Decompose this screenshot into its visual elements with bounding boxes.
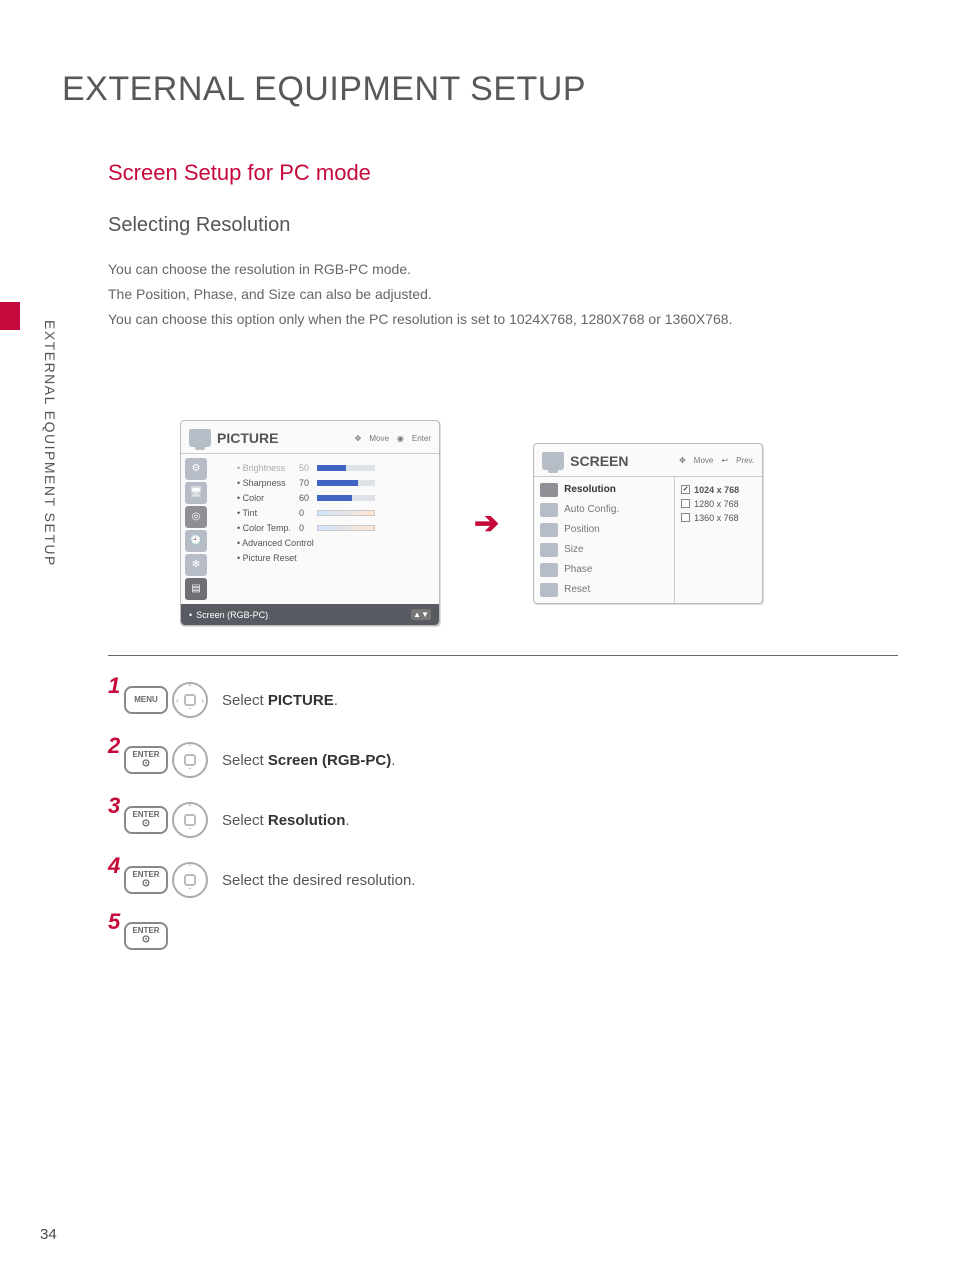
picture-item[interactable]: • Color60 [237, 490, 431, 505]
nav-enter-label: Enter [412, 434, 431, 443]
step-row: 5 ENTER⊙ [108, 922, 415, 950]
picture-item[interactable]: • Brightness50 [237, 460, 431, 475]
nav-move-label: Move [694, 456, 714, 465]
remote-key-button: ENTER⊙ [124, 922, 168, 950]
resolution-option[interactable]: 1360 x 768 [681, 511, 756, 525]
nav-dpad-icon: ˆˇ [172, 862, 208, 898]
subsection-title: Selecting Resolution [108, 214, 898, 237]
divider [108, 655, 898, 656]
side-label: EXTERNAL EQUIPMENT SETUP [42, 320, 58, 567]
osd-tab-icon[interactable]: ▤ [185, 578, 207, 600]
osd-tab-icon[interactable]: ◎ [185, 506, 207, 528]
picture-item[interactable]: • Sharpness70 [237, 475, 431, 490]
step-label: Select the desired resolution. [222, 872, 415, 889]
osd-tab-icon[interactable]: ✻ [185, 554, 207, 576]
nav-move-label: Move [369, 434, 389, 443]
remote-key-button: ENTER⊙ [124, 866, 168, 894]
page-title: EXTERNAL EQUIPMENT SETUP [62, 70, 586, 109]
picture-item[interactable]: • Tint0 [237, 505, 431, 520]
resolution-option[interactable]: ✓1024 x 768 [681, 483, 756, 497]
nav-prev-label: Prev. [736, 456, 754, 465]
screen-menu-item[interactable]: Position [540, 523, 668, 537]
step-row: 1 MENU ‹›ˆˇ Select PICTURE. [108, 682, 415, 718]
screen-menu-item[interactable]: Phase [540, 563, 668, 577]
step-number: 3 [108, 793, 114, 819]
nav-dpad-icon: ‹›ˆˇ [172, 682, 208, 718]
resolution-option[interactable]: 1280 x 768 [681, 497, 756, 511]
screen-osd: SCREEN ✥ Move ↩ Prev. Resolution Auto Con… [533, 443, 763, 604]
monitor-icon [189, 429, 211, 447]
step-label: Select Resolution. [222, 812, 350, 829]
step-number: 5 [108, 909, 114, 935]
page-number: 34 [40, 1226, 57, 1243]
picture-osd-title: PICTURE [217, 430, 278, 446]
nav-move-icon: ✥ [355, 434, 362, 443]
screen-menu-item[interactable]: Size [540, 543, 668, 557]
monitor-icon [542, 452, 564, 470]
picture-item[interactable]: • Picture Reset [237, 550, 431, 565]
step-number: 4 [108, 853, 114, 879]
side-tab [0, 302, 20, 330]
picture-osd: PICTURE ✥ Move ◉ Enter ⚙ 🖥 ◎ 🕘 ✻ ▤ • Bri [180, 420, 440, 626]
picture-item[interactable]: • Advanced Control [237, 535, 431, 550]
osd-bullet-icon: • [189, 610, 192, 620]
nav-dpad-icon: ˆˇ [172, 742, 208, 778]
body-line: You can choose this option only when the… [108, 307, 898, 332]
screen-osd-title: SCREEN [570, 453, 628, 469]
step-number: 2 [108, 733, 114, 759]
screen-menu-item[interactable]: Reset [540, 583, 668, 597]
nav-prev-icon: ↩ [721, 456, 728, 465]
step-number: 1 [108, 673, 114, 699]
osd-tab-icon[interactable]: 🖥 [185, 482, 207, 504]
step-label: Select Screen (RGB-PC). [222, 752, 395, 769]
step-row: 3 ENTER⊙ ˆˇ Select Resolution. [108, 802, 415, 838]
spinner-icon[interactable]: ▲▼ [411, 609, 431, 620]
remote-key-button: ENTER⊙ [124, 806, 168, 834]
picture-footer[interactable]: Screen (RGB-PC) [196, 610, 268, 620]
nav-enter-icon: ◉ [397, 434, 404, 443]
nav-dpad-icon: ˆˇ [172, 802, 208, 838]
body-text: You can choose the resolution in RGB-PC … [108, 257, 898, 333]
osd-tab-icon[interactable]: 🕘 [185, 530, 207, 552]
remote-key-button: ENTER⊙ [124, 746, 168, 774]
arrow-right-icon: ➔ [474, 506, 499, 541]
screen-menu-item[interactable]: Auto Config. [540, 503, 668, 517]
body-line: You can choose the resolution in RGB-PC … [108, 257, 898, 282]
screen-menu-item[interactable]: Resolution [540, 483, 668, 497]
step-label: Select PICTURE. [222, 692, 338, 709]
step-row: 2 ENTER⊙ ˆˇ Select Screen (RGB-PC). [108, 742, 415, 778]
picture-item[interactable]: • Color Temp.0 [237, 520, 431, 535]
step-row: 4 ENTER⊙ ˆˇ Select the desired resolutio… [108, 862, 415, 898]
remote-key-button: MENU [124, 686, 168, 714]
osd-tab-icon[interactable]: ⚙ [185, 458, 207, 480]
body-line: The Position, Phase, and Size can also b… [108, 282, 898, 307]
nav-move-icon: ✥ [679, 456, 686, 465]
section-title: Screen Setup for PC mode [108, 160, 898, 186]
